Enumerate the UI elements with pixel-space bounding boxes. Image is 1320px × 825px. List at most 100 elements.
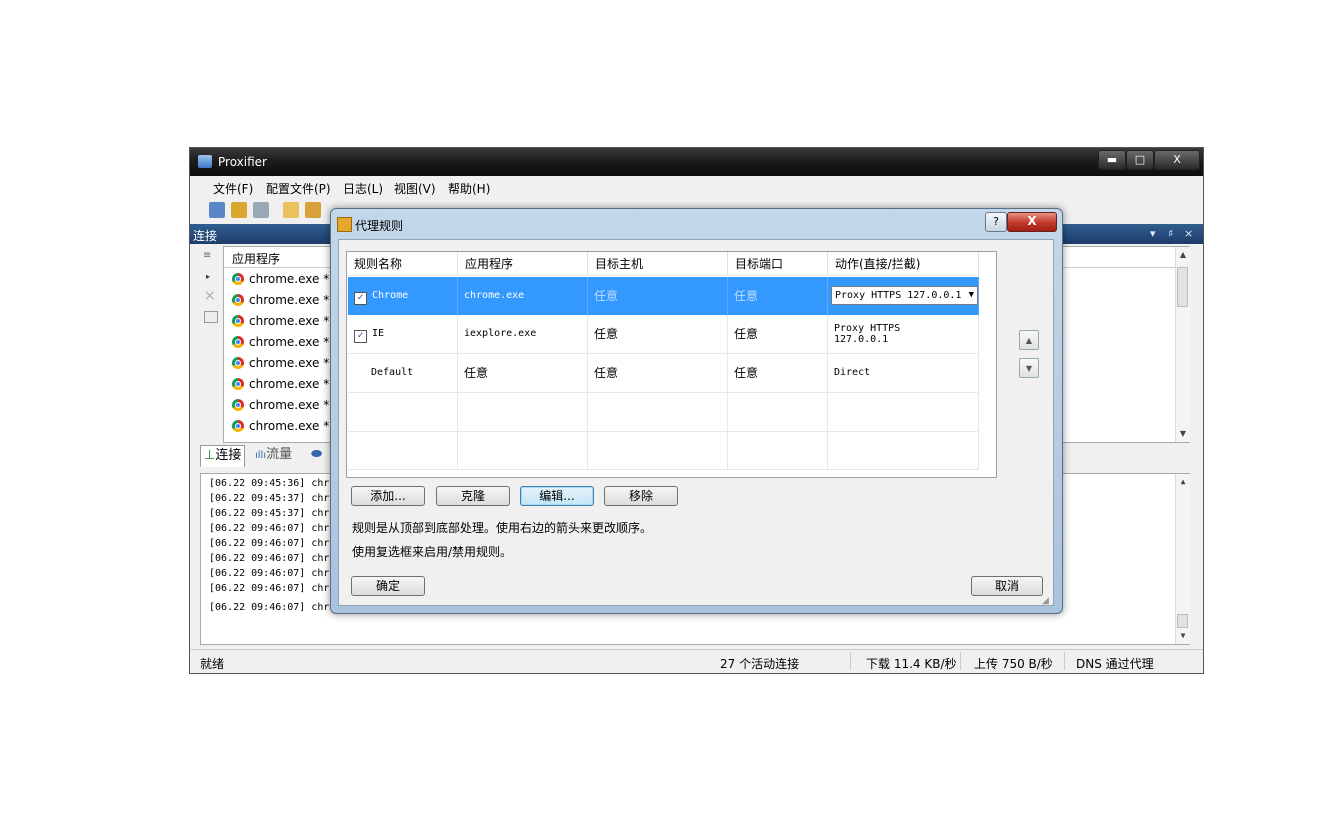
tab-connections[interactable]: ⊥连接: [200, 445, 246, 467]
open-profile-icon[interactable]: [305, 202, 321, 218]
chrome-icon: [232, 378, 244, 390]
rules-icon[interactable]: [231, 202, 247, 218]
tab-traffic[interactable]: ıllı流量: [252, 445, 295, 466]
log-line: [06.22 09:46:07] chr: [209, 523, 330, 534]
chrome-icon: [232, 336, 244, 348]
chevron-down-icon: ▼: [968, 290, 974, 300]
rule-row-default[interactable]: Default 任意 任意 任意 Direct: [348, 354, 979, 392]
rule-name: IE: [372, 328, 385, 339]
move-down-button[interactable]: ▼: [1019, 358, 1039, 378]
proxy-rules-dialog: 代理规则 ? X 规则名称 应用程序 目标主机 目标端口 动作(直接/拦截) ✓…: [330, 208, 1063, 614]
maximize-button[interactable]: □: [1126, 150, 1154, 170]
status-upload: 上传 750 B/秒: [974, 657, 1053, 671]
chrome-icon: [232, 273, 244, 285]
log-line: [06.22 09:46:07] chr: [209, 538, 330, 549]
menu-file[interactable]: 文件(F): [213, 180, 253, 197]
cancel-button[interactable]: 取消: [971, 576, 1043, 596]
rule-target-port: 任意: [728, 315, 828, 353]
rule-name: Default: [348, 354, 458, 392]
dialog-close-button[interactable]: X: [1007, 212, 1057, 232]
log-line: [06.22 09:46:07] chr: [209, 583, 330, 594]
table-row[interactable]: chrome.exe *6: [232, 395, 337, 416]
column-header-application[interactable]: 应用程序: [458, 252, 588, 276]
log-line: [06.22 09:46:07] chr: [209, 568, 330, 579]
column-header-rule-name[interactable]: 规则名称: [347, 252, 458, 276]
log-line: [06.22 09:45:37] chr: [209, 508, 330, 519]
chrome-icon: [232, 399, 244, 411]
clone-button[interactable]: 克隆: [436, 486, 510, 506]
status-download: 下载 11.4 KB/秒: [866, 657, 957, 671]
chrome-icon: [232, 294, 244, 306]
rules-icon: [337, 217, 352, 232]
menu-profile[interactable]: 配置文件(P): [266, 180, 331, 197]
window-title: Proxifier: [218, 155, 267, 169]
connections-scrollbar[interactable]: ▲ ▼: [1175, 247, 1190, 442]
expand-icon[interactable]: ▸: [206, 272, 210, 281]
log-scrollbar[interactable]: ▲ ▼: [1175, 474, 1190, 644]
menu-log[interactable]: 日志(L): [343, 180, 383, 197]
panel-close-icon[interactable]: ×: [1184, 227, 1193, 240]
menu-help[interactable]: 帮助(H): [448, 180, 490, 197]
chrome-icon: [232, 315, 244, 327]
rule-application: 任意: [458, 354, 588, 392]
resize-grip-icon[interactable]: ◢: [1042, 596, 1049, 606]
panel-menu-icon[interactable]: ▾: [1150, 227, 1156, 240]
column-header-action[interactable]: 动作(直接/拦截): [828, 252, 979, 276]
log-line: [06.22 09:46:07] chr: [209, 553, 330, 564]
rule-enabled-checkbox[interactable]: ✓: [354, 292, 367, 305]
edit-button[interactable]: 编辑...: [520, 486, 594, 506]
rule-row-chrome[interactable]: ✓ Chrome chrome.exe 任意 任意 Proxy HTTPS 127…: [348, 277, 979, 315]
table-row[interactable]: chrome.exe *6: [232, 353, 337, 374]
rule-name: Chrome: [372, 290, 409, 301]
close-connection-icon[interactable]: ×: [204, 288, 216, 304]
table-row[interactable]: chrome.exe *6: [232, 311, 337, 332]
remove-button[interactable]: 移除: [604, 486, 678, 506]
empty-row: [348, 393, 979, 431]
table-row[interactable]: chrome.exe *6: [232, 374, 337, 395]
help-button[interactable]: ?: [985, 212, 1007, 232]
move-up-button[interactable]: ▲: [1019, 330, 1039, 350]
columns-icon[interactable]: ≡: [203, 250, 211, 261]
rule-action: Proxy HTTPS 127.0.0.1: [828, 315, 979, 353]
action-dropdown[interactable]: Proxy HTTPS 127.0.0.1 ▼: [831, 286, 978, 305]
name-resolution-icon[interactable]: [253, 202, 269, 218]
tab-statistics[interactable]: ⬬: [308, 445, 325, 466]
proxifier-app-icon: [198, 155, 212, 168]
log-line: [06.22 09:45:36] chr: [209, 478, 330, 489]
menu-view[interactable]: 视图(V): [394, 180, 436, 197]
chrome-icon: [232, 420, 244, 432]
rule-target-host: 任意: [588, 277, 728, 315]
rules-table[interactable]: 规则名称 应用程序 目标主机 目标端口 动作(直接/拦截) ✓ Chrome ch…: [346, 251, 997, 478]
dialog-body: 规则名称 应用程序 目标主机 目标端口 动作(直接/拦截) ✓ Chrome ch…: [338, 239, 1054, 606]
rules-order-note: 规则是从顶部到底部处理。使用右边的箭头来更改顺序。: [352, 521, 653, 535]
minimize-button[interactable]: ▬: [1098, 150, 1126, 170]
log-line: [06.22 09:45:37] chr: [209, 493, 330, 504]
table-row[interactable]: chrome.exe *6: [232, 290, 337, 311]
ok-button[interactable]: 确定: [351, 576, 425, 596]
status-active-connections: 27 个活动连接: [720, 657, 800, 671]
new-profile-icon[interactable]: [283, 202, 299, 218]
panel-pin-icon[interactable]: ♯: [1168, 227, 1173, 240]
column-header-target-host[interactable]: 目标主机: [588, 252, 728, 276]
status-dns: DNS 通过代理: [1076, 657, 1154, 671]
rule-target-port: 任意: [728, 277, 828, 315]
detach-icon[interactable]: [204, 311, 218, 323]
status-bar: 就绪 27 个活动连接 下载 11.4 KB/秒 上传 750 B/秒 DNS …: [190, 649, 1203, 674]
rule-row-ie[interactable]: ✓ IE iexplore.exe 任意 任意 Proxy HTTPS 127.0.…: [348, 315, 979, 353]
rule-target-host: 任意: [588, 354, 728, 392]
column-header-application[interactable]: 应用程序: [232, 250, 280, 267]
add-button[interactable]: 添加...: [351, 486, 425, 506]
rule-application: chrome.exe: [458, 277, 588, 315]
status-ready: 就绪: [200, 657, 225, 671]
rule-enabled-checkbox[interactable]: ✓: [354, 330, 367, 343]
table-row[interactable]: chrome.exe *6: [232, 416, 337, 437]
close-button[interactable]: X: [1154, 150, 1200, 170]
column-header-target-port[interactable]: 目标端口: [728, 252, 828, 276]
table-row[interactable]: chrome.exe *6: [232, 269, 337, 290]
table-row[interactable]: chrome.exe *6: [232, 332, 337, 353]
rules-checkbox-note: 使用复选框来启用/禁用规则。: [352, 545, 513, 559]
title-bar[interactable]: Proxifier ▬ □ X: [190, 148, 1203, 176]
rule-action: Direct: [828, 354, 979, 392]
rule-application: iexplore.exe: [458, 315, 588, 353]
connect-icon[interactable]: [209, 202, 225, 218]
